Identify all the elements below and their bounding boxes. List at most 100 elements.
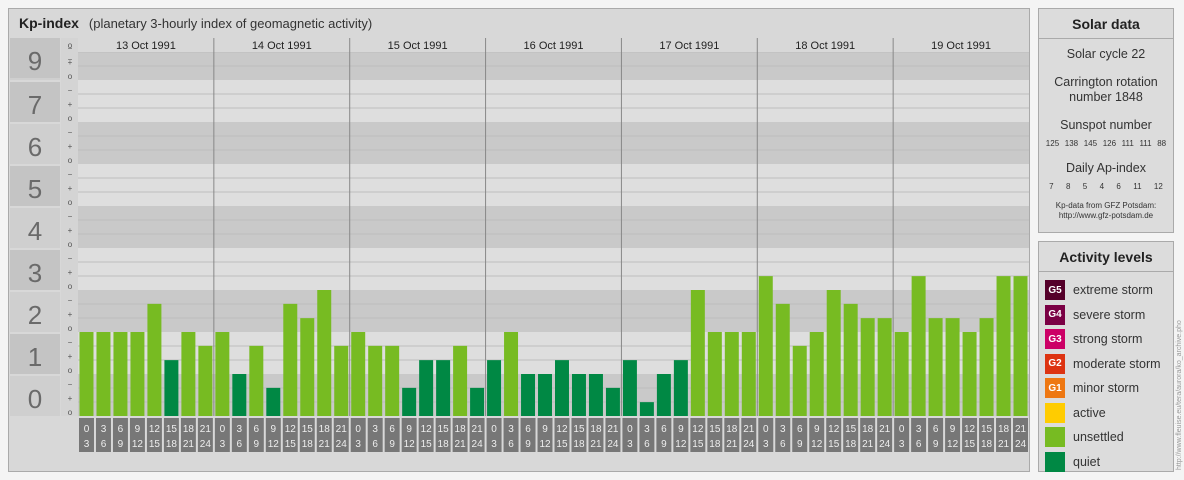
minor-tick-label: + xyxy=(68,142,73,151)
kp-bar xyxy=(436,360,451,416)
kp-bar xyxy=(571,374,586,416)
kp-bar xyxy=(215,332,230,416)
minor-tick-label: o xyxy=(68,114,73,123)
minor-tick-label: − xyxy=(68,86,73,95)
activity-level-minor-storm: G1 minor storm xyxy=(1045,378,1139,398)
interval-end-label: 24 xyxy=(200,439,212,450)
interval-end-label: 9 xyxy=(389,439,395,450)
carrington-line-1: Carrington rotation xyxy=(1054,75,1158,89)
interval-end-label: 12 xyxy=(404,439,416,450)
kp-bar xyxy=(470,387,485,416)
interval-end-label: 21 xyxy=(183,439,195,450)
interval-end-label: 3 xyxy=(491,439,497,450)
interval-start-label: 12 xyxy=(692,424,704,435)
y-tick-label: 6 xyxy=(28,132,42,162)
kp-bar xyxy=(877,318,892,416)
interval-end-label: 9 xyxy=(933,439,939,450)
kp-bar xyxy=(198,345,213,416)
g5-badge-icon: G5 xyxy=(1045,280,1065,300)
interval-end-label: 18 xyxy=(845,439,857,450)
kp-bar xyxy=(232,374,247,416)
kp-bar xyxy=(1013,276,1028,416)
interval-start-label: 12 xyxy=(828,424,840,435)
interval-start-label: 18 xyxy=(998,424,1010,435)
y-tick-label: 9 xyxy=(28,46,42,76)
interval-start-label: 6 xyxy=(254,424,260,435)
interval-start-label: 9 xyxy=(950,424,956,435)
interval-end-label: 18 xyxy=(709,439,721,450)
minor-tick-label: o xyxy=(68,72,73,81)
interval-end-label: 12 xyxy=(132,439,144,450)
activity-level-severe-storm: G4 severe storm xyxy=(1045,304,1145,325)
minor-tick-label: o xyxy=(68,366,73,375)
interval-end-label: 3 xyxy=(220,439,226,450)
interval-start-label: 0 xyxy=(84,424,90,435)
interval-start-label: 18 xyxy=(726,424,738,435)
active-swatch-icon xyxy=(1045,402,1065,423)
interval-end-label: 24 xyxy=(336,439,348,450)
activity-level-extreme-storm: G5 extreme storm xyxy=(1045,280,1153,300)
kp-bar xyxy=(385,345,400,416)
minor-tick-label: − xyxy=(68,254,73,263)
kp-bar xyxy=(860,318,875,416)
unsettled-swatch-icon xyxy=(1045,427,1065,447)
kp-bar xyxy=(453,345,468,416)
activity-level-label: minor storm xyxy=(1073,381,1139,395)
activity-level-active: active xyxy=(1045,402,1106,423)
minor-tick-label: − xyxy=(68,128,73,137)
kp-bar xyxy=(351,332,366,416)
ap-index-value: 12 xyxy=(1153,182,1163,191)
interval-end-label: 3 xyxy=(899,439,905,450)
kp-bar xyxy=(843,303,858,416)
day-label: 15 Oct 1991 xyxy=(388,40,448,52)
interval-end-label: 18 xyxy=(166,439,178,450)
interval-start-label: 21 xyxy=(200,424,212,435)
sunspot-number-list: 125 138 145 126 111 111 88 xyxy=(1039,139,1173,148)
interval-start-label: 0 xyxy=(220,424,226,435)
kp-bar xyxy=(79,332,94,416)
interval-end-label: 12 xyxy=(675,439,687,450)
interval-end-label: 21 xyxy=(726,439,738,450)
minor-tick-label: o xyxy=(68,198,73,207)
minor-tick-label: o xyxy=(68,324,73,333)
interval-end-label: 18 xyxy=(573,439,585,450)
activity-level-label: moderate storm xyxy=(1073,356,1161,371)
sunspot-number: 111 xyxy=(1121,139,1134,148)
day-label: 19 Oct 1991 xyxy=(931,40,991,52)
kp-bar xyxy=(249,345,264,416)
g4-badge-icon: G4 xyxy=(1045,304,1065,325)
kp-bar xyxy=(894,332,909,416)
quiet-swatch-icon xyxy=(1045,451,1065,472)
interval-end-label: 12 xyxy=(268,439,280,450)
source-link[interactable]: http://www.gfz-potsdam.de xyxy=(1039,211,1173,221)
day-label: 16 Oct 1991 xyxy=(524,40,584,52)
ap-index-value: 6 xyxy=(1116,182,1121,191)
kp-bar xyxy=(945,318,960,416)
minor-tick-label: − xyxy=(68,296,73,305)
sunspot-number: 126 xyxy=(1102,139,1117,148)
interval-end-label: 24 xyxy=(472,439,484,450)
minor-tick-label: − xyxy=(68,380,73,389)
grid-band xyxy=(78,164,1029,206)
kp-bar xyxy=(487,360,502,416)
interval-start-label: 9 xyxy=(135,424,141,435)
kp-bar xyxy=(555,360,569,416)
interval-end-label: 21 xyxy=(319,439,331,450)
sunspot-number: 145 xyxy=(1083,139,1098,148)
interval-end-label: 15 xyxy=(285,439,297,450)
interval-start-label: 3 xyxy=(101,424,107,435)
interval-start-label: 21 xyxy=(743,424,755,435)
interval-end-label: 9 xyxy=(525,439,531,450)
minor-tick-label: − xyxy=(68,55,73,64)
kp-bar xyxy=(979,318,994,416)
activity-level-label: quiet xyxy=(1073,454,1101,469)
y-tick-label: 2 xyxy=(28,300,42,330)
kp-bar xyxy=(775,303,790,416)
day-label: 17 Oct 1991 xyxy=(659,40,719,52)
kp-bar xyxy=(504,332,519,416)
interval-end-label: 12 xyxy=(539,439,551,450)
interval-end-label: 12 xyxy=(947,439,959,450)
interval-start-label: 9 xyxy=(406,424,412,435)
interval-start-label: 3 xyxy=(508,424,514,435)
interval-start-label: 0 xyxy=(355,424,361,435)
